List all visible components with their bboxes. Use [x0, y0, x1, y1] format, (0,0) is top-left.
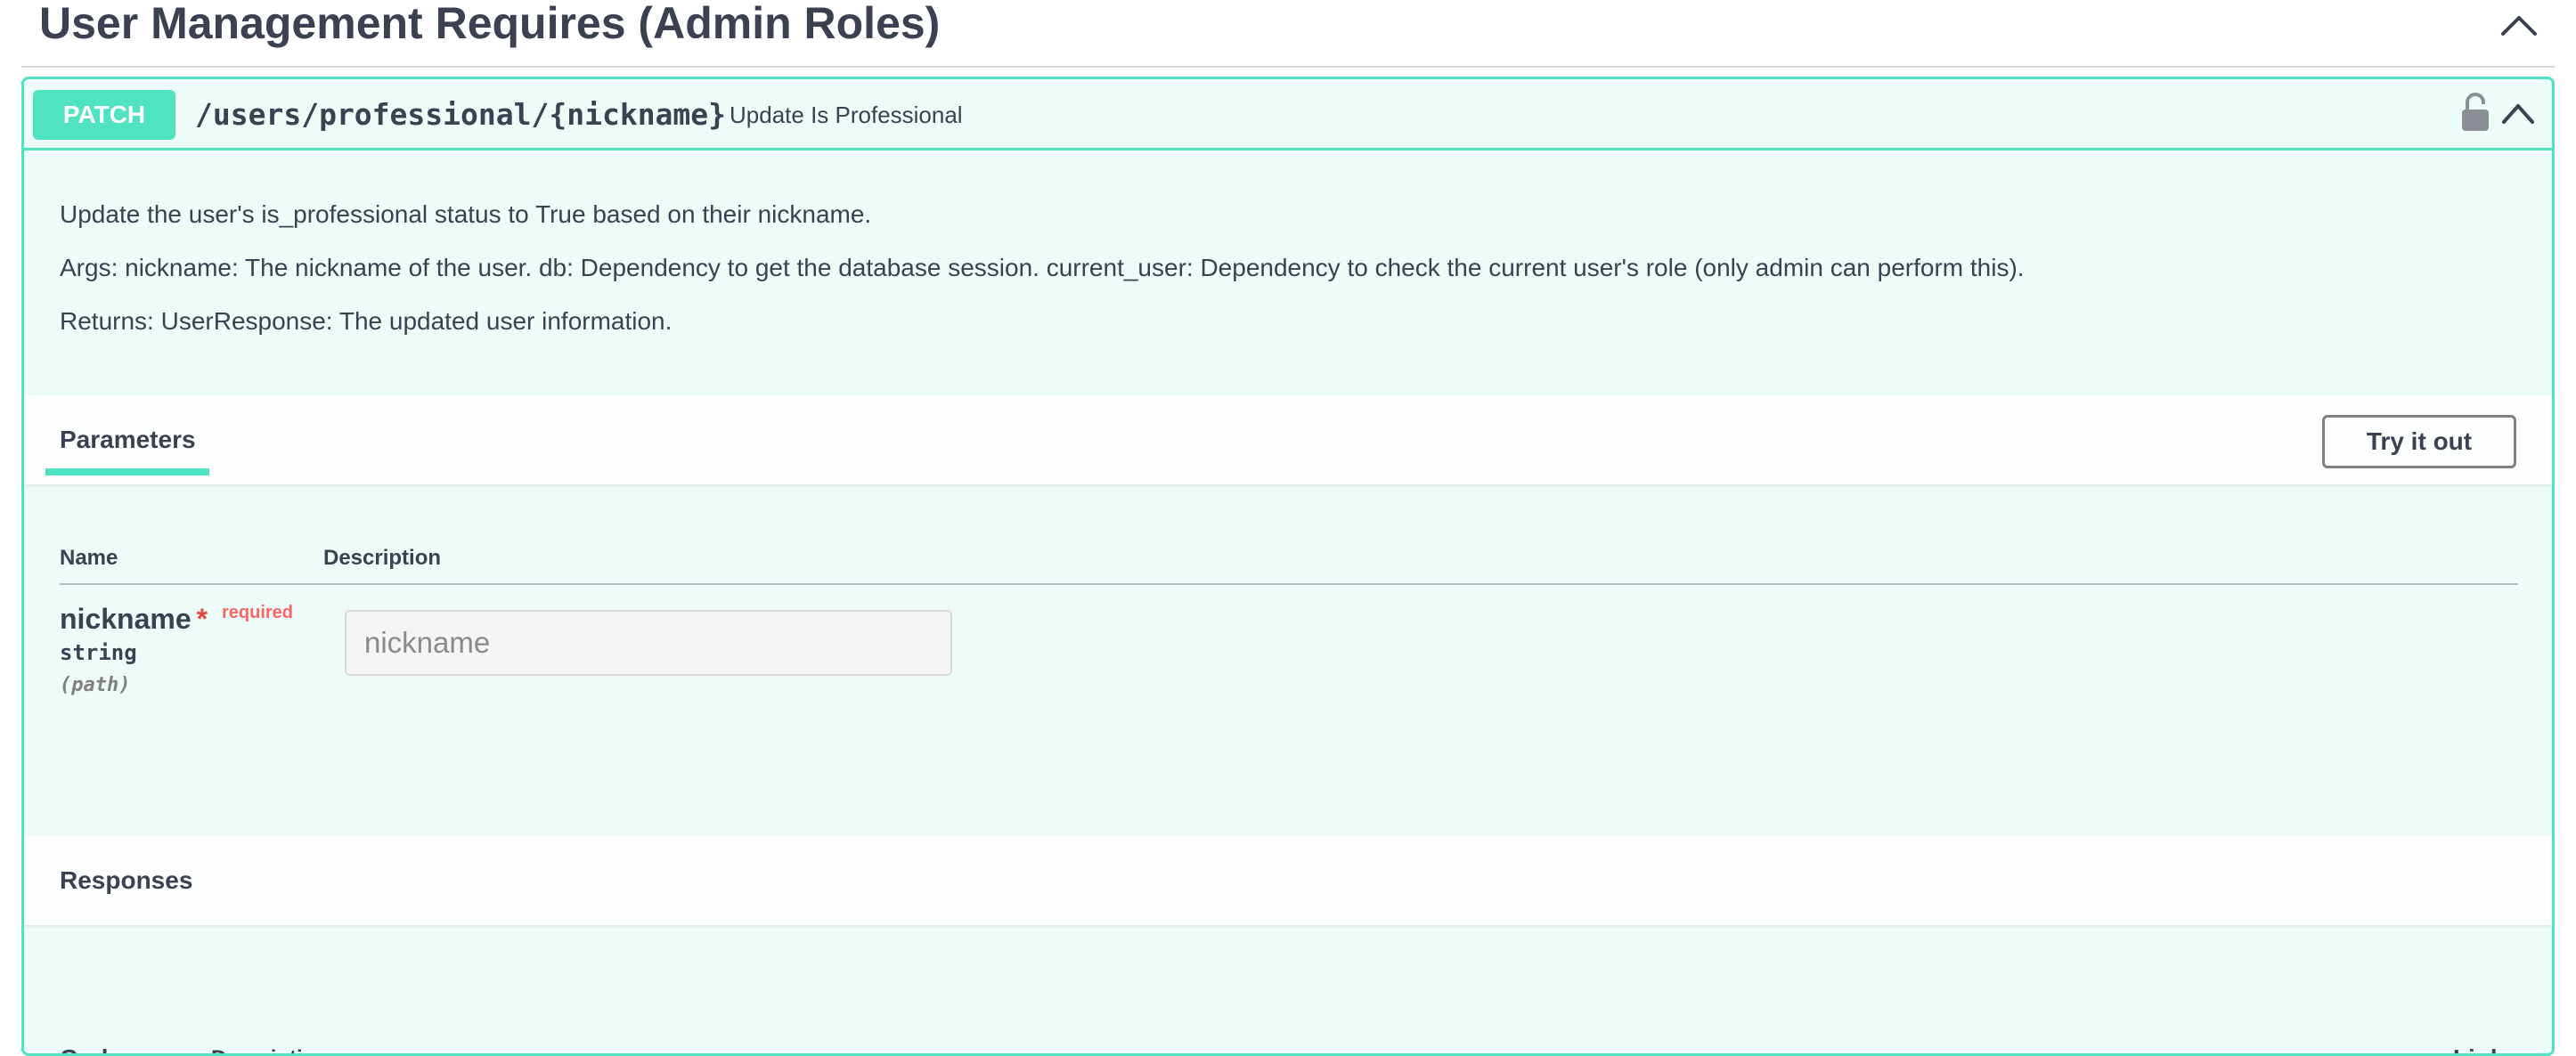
operation-summary[interactable]: PATCH /users/professional/{nickname} Upd… [24, 79, 2552, 150]
description-line: Args: nickname: The nickname of the user… [60, 254, 2025, 281]
column-header-description: Description [211, 1032, 329, 1053]
nickname-input[interactable] [345, 610, 952, 676]
column-header-description: Description [323, 546, 442, 570]
parameter-name-text: nickname [60, 603, 192, 635]
parameter-type: string [60, 640, 137, 665]
operation-path: /users/professional/{nickname} [195, 97, 727, 132]
chevron-up-icon[interactable] [2494, 4, 2544, 43]
parameters-header: Parameters Try it out [24, 395, 2552, 484]
chevron-up-icon[interactable] [2499, 95, 2538, 131]
description-line: Update the user's is_professional status… [60, 200, 872, 228]
description-line: Returns: UserResponse: The updated user … [60, 307, 673, 335]
lock-icon[interactable] [2458, 92, 2493, 134]
tag-section-header[interactable]: User Management Requires (Admin Roles) [21, 0, 2555, 68]
method-badge: PATCH [33, 90, 175, 140]
required-star: * [196, 603, 208, 635]
parameter-location: (path) [60, 674, 131, 696]
operation-block: PATCH /users/professional/{nickname} Upd… [21, 77, 2555, 1056]
column-header-name: Name [60, 546, 118, 570]
column-header-code: Code [60, 1032, 122, 1053]
operation-summary-text: Update Is Professional [730, 102, 963, 128]
operation-description: Update the user's is_professional status… [60, 188, 2518, 348]
tab-underline [45, 468, 209, 475]
section-title: User Management Requires (Admin Roles) [39, 0, 941, 48]
parameters-table-header: Name Description [60, 532, 2518, 585]
responses-header: Responses [24, 836, 2552, 925]
column-header-links: Links [2453, 1032, 2518, 1053]
parameter-row: nickname * required string (path) [60, 603, 2518, 736]
try-it-out-button[interactable]: Try it out [2322, 415, 2516, 468]
parameter-name: nickname * [60, 603, 208, 636]
responses-title: Responses [60, 866, 193, 894]
responses-table-header: Code Description Links [60, 1032, 2518, 1053]
required-label: required [222, 603, 294, 622]
